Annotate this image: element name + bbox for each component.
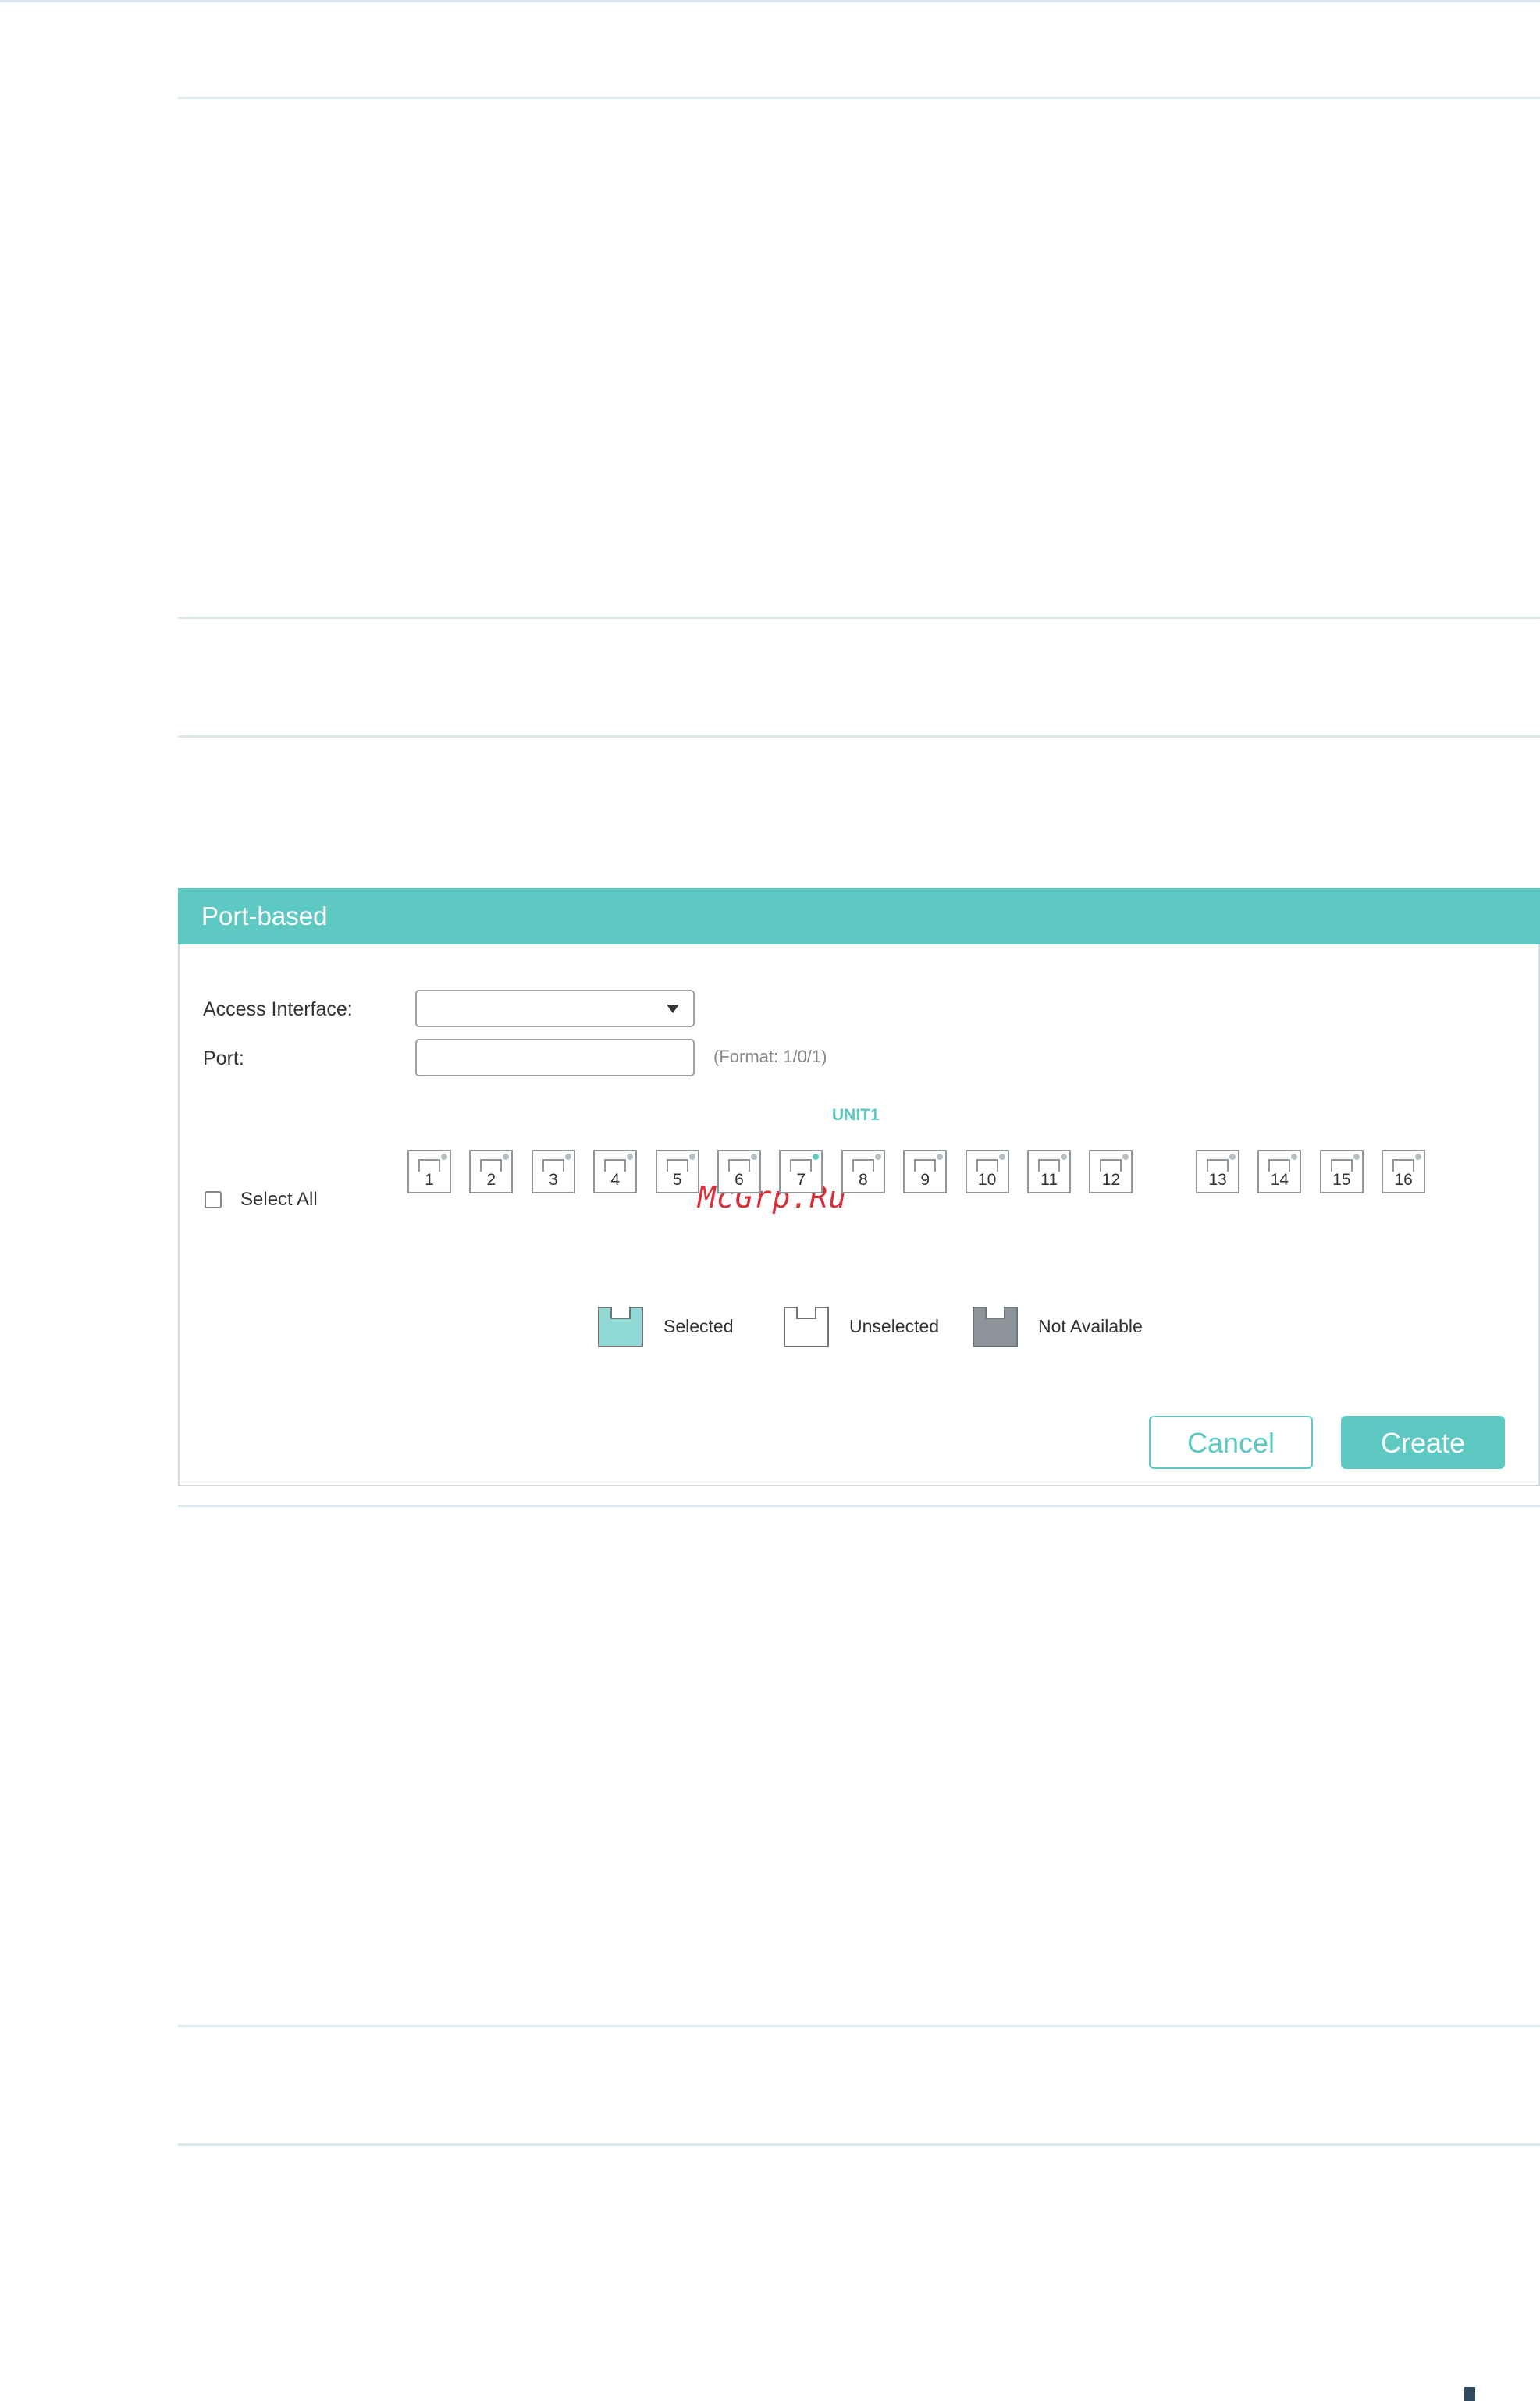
legend-unselected-label: Unselected [849,1316,940,1336]
port-jack-icon [914,1159,937,1172]
select-all-label[interactable]: Select All [240,1189,318,1211]
port-7[interactable]: 7 [779,1150,823,1193]
port-number: 10 [977,1171,997,1189]
port-status-led [1122,1154,1129,1160]
port-format-hint: (Format: 1/0/1) [713,1047,827,1066]
access-interface-select[interactable] [415,990,695,1027]
port-number: 6 [734,1171,744,1189]
port-jack-icon [542,1159,564,1172]
port-input[interactable] [415,1039,695,1076]
port-number: 2 [486,1171,496,1189]
port-label: Port: [203,1048,244,1069]
port-jack-icon [418,1159,440,1172]
port-status-led [1291,1154,1298,1160]
page-corner-marker [1464,2387,1475,2401]
port-jack-icon [604,1159,627,1172]
port-3[interactable]: 3 [531,1150,575,1193]
port-jack-icon [480,1159,503,1172]
unselected-legend-icon [784,1307,829,1347]
port-status-led [564,1154,571,1160]
port-1[interactable]: 1 [407,1150,451,1193]
port-jack-icon [1392,1159,1415,1172]
port-number: 15 [1332,1171,1351,1189]
port-number: 3 [548,1171,558,1189]
create-button[interactable]: Create [1341,1416,1505,1469]
port-jack-icon [1330,1159,1353,1172]
port-status-led [1229,1154,1236,1160]
port-status-led [1415,1154,1422,1160]
port-jack-icon [852,1159,874,1172]
port-jack-icon [976,1159,998,1172]
port-5[interactable]: 5 [655,1150,699,1193]
divider [178,97,1540,99]
port-number: 1 [425,1171,434,1189]
port-status-led [998,1154,1005,1160]
port-number: 16 [1394,1171,1413,1189]
top-divider [0,0,1540,2]
cancel-button[interactable]: Cancel [1149,1416,1313,1469]
port-status-led [937,1154,944,1160]
port-jack-icon [728,1159,750,1172]
port-number: 5 [672,1171,682,1189]
port-jack-icon [666,1159,688,1172]
port-jack-icon [790,1159,813,1172]
divider [178,735,1540,738]
port-2[interactable]: 2 [469,1150,514,1193]
divider [178,617,1540,619]
port-jack-icon [1100,1159,1122,1172]
divider [178,1505,1540,1507]
port-number: 8 [858,1171,868,1189]
port-9[interactable]: 9 [903,1150,948,1193]
legend-selected-label: Selected [663,1316,734,1336]
legend-not-available-label: Not Available [1038,1316,1143,1336]
port-number: 11 [1040,1171,1058,1189]
unit-label: UNIT1 [832,1106,880,1124]
dropdown-arrow-icon [667,1005,679,1013]
port-16[interactable]: 16 [1382,1150,1426,1193]
dialog-title: Port-based [178,888,1540,944]
divider [178,2025,1540,2027]
port-6[interactable]: 6 [717,1150,761,1193]
port-status-led [813,1154,820,1160]
port-status-led [1061,1154,1067,1160]
port-based-dialog: Port-based Access Interface: Port: (Form… [178,888,1540,1486]
port-number: 7 [796,1171,806,1189]
not-available-legend-icon [973,1307,1018,1347]
port-number: 4 [610,1171,621,1189]
port-status-led [627,1154,634,1160]
port-jack-icon [1207,1159,1229,1172]
selected-legend-icon [598,1307,643,1347]
port-15[interactable]: 15 [1319,1150,1364,1193]
port-status-led [751,1154,757,1160]
port-13[interactable]: 13 [1196,1150,1239,1193]
port-14[interactable]: 14 [1257,1150,1302,1193]
port-number: 14 [1270,1171,1289,1189]
port-status-led [1353,1154,1360,1160]
port-8[interactable]: 8 [841,1150,885,1193]
access-interface-label: Access Interface: [203,998,353,1020]
port-status-led [441,1154,447,1160]
port-number: 9 [920,1171,930,1189]
port-status-led [503,1154,510,1160]
port-12[interactable]: 12 [1089,1150,1133,1193]
port-status-led [688,1154,695,1160]
port-4[interactable]: 4 [593,1150,638,1193]
port-status-led [874,1154,881,1160]
divider [178,2143,1540,2146]
port-jack-icon [1268,1159,1291,1172]
port-number: 12 [1101,1171,1121,1189]
port-jack-icon [1038,1159,1060,1172]
port-number: 13 [1208,1171,1227,1189]
port-11[interactable]: 11 [1027,1150,1071,1193]
select-all-checkbox[interactable] [205,1191,222,1208]
port-10[interactable]: 10 [965,1150,1009,1193]
